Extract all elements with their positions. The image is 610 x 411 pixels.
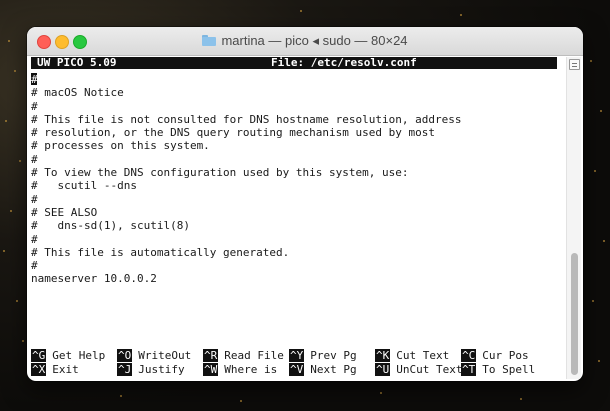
shortcut-get-help[interactable]: ^G Get Help [31,349,105,363]
shortcut-label: Exit [52,363,79,376]
editor-line: # [31,73,557,86]
editor-line: # resolution, or the DNS query routing m… [31,126,435,140]
editor-line: # scutil --dns [31,179,137,193]
editor-line: # [31,232,38,246]
editor-line: # processes on this system. [31,139,210,153]
pico-file-label: File: /etc/resolv.conf [271,56,417,69]
shortcut-cut-text[interactable]: ^K Cut Text [375,349,449,363]
menu-icon[interactable] [569,59,580,70]
shortcut-key: ^Y [289,349,305,362]
shortcut-prev-pg[interactable]: ^Y Prev Pg [289,349,357,363]
editor-line: # [31,259,38,273]
shortcut-key: ^U [375,363,391,376]
shortcut-key: ^G [31,349,47,362]
editor-line: # macOS Notice [31,86,124,100]
window-title-container: martina — pico ◂ sudo — 80×24 [27,33,583,49]
shortcut-justify[interactable]: ^J Justify [117,363,185,377]
editor-line: # [31,192,38,206]
shortcut-label: Read File [224,349,284,362]
pico-status-bar: UW PICO 5.09 File: /etc/resolv.conf [31,57,557,69]
shortcut-cur-pos[interactable]: ^C Cur Pos [461,349,529,363]
scroll-thumb[interactable] [571,253,578,375]
editor-line: # [31,152,38,166]
shortcut-key: ^O [117,349,133,362]
terminal-content[interactable]: UW PICO 5.09 File: /etc/resolv.conf # # m… [31,57,561,379]
shortcut-label: Prev Pg [310,349,357,362]
shortcut-writeout[interactable]: ^O WriteOut [117,349,191,363]
shortcut-label: UnCut Text [396,363,463,376]
editor-line-text: # [31,73,38,86]
editor-line: # This file is automatically generated. [31,245,290,259]
shortcut-to-spell[interactable]: ^T To Spell [461,363,535,377]
window-title: martina — pico ◂ sudo — 80×24 [221,33,408,48]
editor-line: nameserver 10.0.0.2 [31,272,157,286]
shortcut-label: Justify [138,363,185,376]
shortcut-label: Where is [224,363,278,376]
shortcut-bar: ^G Get Help ^O WriteOut ^R Read File ^Y Prev Pg… [31,349,557,377]
shortcut-label: Get Help [52,349,106,362]
editor-line: # To view the DNS configuration used by … [31,166,409,180]
shortcut-read-file[interactable]: ^R Read File [203,349,284,363]
editor-line: # SEE ALSO [31,205,98,219]
shortcut-key: ^T [461,363,477,376]
shortcut-row-1: ^G Get Help ^O WriteOut ^R Read File ^Y Prev Pg… [31,349,557,363]
shortcut-key: ^V [289,363,305,376]
shortcut-uncut-text[interactable]: ^U UnCut Text [375,363,462,377]
editor-area[interactable]: # # macOS Notice # # This file is not consu… [31,73,557,286]
pico-version: UW PICO 5.09 [37,56,117,69]
shortcut-row-2: ^X Exit ^J Justify ^W Where is ^V Next Pg ^U UnCu… [31,363,557,377]
terminal-window: martina — pico ◂ sudo — 80×24 UW PICO 5.… [27,27,583,381]
shortcut-label: Cut Text [396,349,450,362]
shortcut-next-pg[interactable]: ^V Next Pg [289,363,357,377]
shortcut-key: ^C [461,349,477,362]
shortcut-label: Next Pg [310,363,357,376]
shortcut-label: Cur Pos [482,349,529,362]
shortcut-label: WriteOut [138,349,192,362]
shortcut-where-is[interactable]: ^W Where is [203,363,277,377]
shortcut-key: ^J [117,363,133,376]
shortcut-key: ^X [31,363,47,376]
editor-line: # This file is not consulted for DNS hos… [31,112,462,126]
shortcut-key: ^W [203,363,219,376]
vertical-scrollbar[interactable] [566,57,581,379]
title-bar[interactable]: martina — pico ◂ sudo — 80×24 [27,27,583,56]
shortcut-key: ^R [203,349,219,362]
shortcut-key: ^K [375,349,391,362]
folder-icon [202,35,217,46]
editor-line: # dns-sd(1), scutil(8) [31,219,190,233]
shortcut-exit[interactable]: ^X Exit [31,363,79,377]
shortcut-label: To Spell [482,363,536,376]
editor-line: # [31,99,38,113]
